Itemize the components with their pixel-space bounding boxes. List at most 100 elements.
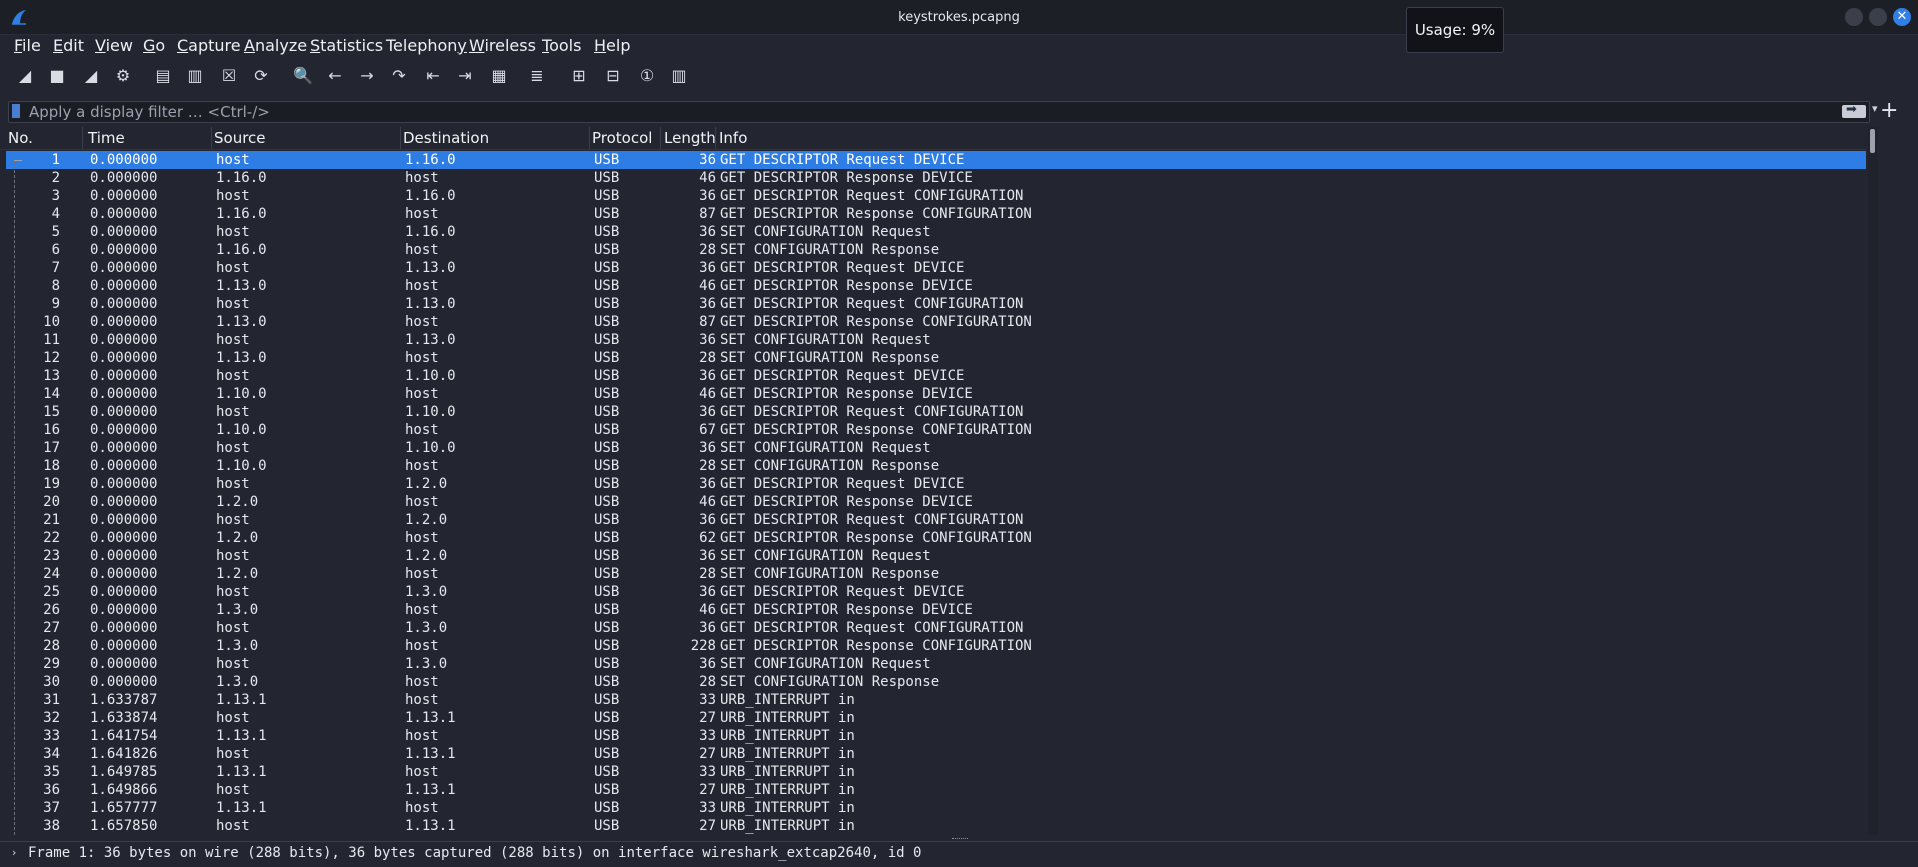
packet-row[interactable]: 12 0.000000 1.13.0 host USB 28 SET CONFIGURATI…: [6, 349, 1866, 367]
column-header-protocol[interactable]: Protocol: [592, 129, 652, 147]
packet-row[interactable]: 21 0.000000 host 1.2.0 USB 36 GET DESCRIPTOR R…: [6, 511, 1866, 529]
save-file-icon[interactable]: ▥: [182, 62, 208, 88]
minimize-button[interactable]: [1845, 8, 1863, 26]
packet-row[interactable]: 22 0.000000 1.2.0 host USB 62 GET DESCRIPTOR R…: [6, 529, 1866, 547]
cell-time: 0.000000: [90, 494, 158, 510]
add-filter-button[interactable]: +: [1880, 98, 1898, 123]
apply-filter-button[interactable]: [1842, 102, 1866, 118]
packet-list-scrollbar[interactable]: [1868, 127, 1878, 835]
reload-file-icon[interactable]: ⟳: [248, 62, 274, 88]
column-header-no[interactable]: No.: [8, 129, 33, 147]
normal-size-icon[interactable]: ①: [634, 62, 660, 88]
menu-telephony[interactable]: Telephony: [386, 36, 467, 55]
packet-row[interactable]: 5 0.000000 host 1.16.0 USB 36 SET CONFIGURATIO…: [6, 223, 1866, 241]
packet-list[interactable]: No. Time Source Destination Protocol Len…: [0, 127, 1866, 835]
stop-capture-icon[interactable]: ■: [44, 62, 70, 88]
packet-row[interactable]: 17 0.000000 host 1.10.0 USB 36 SET CONFIGURATI…: [6, 439, 1866, 457]
packet-row[interactable]: 38 1.657850 host 1.13.1 USB 27 URB_INTERRUPT i…: [6, 817, 1866, 835]
packet-row[interactable]: 2 0.000000 1.16.0 host USB 46 GET DESCRIPTOR R…: [6, 169, 1866, 187]
open-file-icon[interactable]: ▤: [150, 62, 176, 88]
cell-info: GET DESCRIPTOR Response DEVICE: [720, 170, 973, 186]
packet-row[interactable]: 1 0.000000 host 1.16.0 USB 36 GET DESCRIPTOR R…: [6, 151, 1866, 169]
cell-info: GET DESCRIPTOR Request CONFIGURATION: [720, 512, 1024, 528]
cell-info: SET CONFIGURATION Response: [720, 242, 940, 258]
zoom-out-icon[interactable]: ⊟: [600, 62, 626, 88]
cell-destination: host: [405, 800, 439, 816]
packet-row[interactable]: 28 0.000000 1.3.0 host USB 228 GET DESCRIPTOR …: [6, 637, 1866, 655]
column-header-source[interactable]: Source: [214, 129, 266, 147]
packet-row[interactable]: 11 0.000000 host 1.13.0 USB 36 SET CONFIGURATI…: [6, 331, 1866, 349]
packet-row[interactable]: 15 0.000000 host 1.10.0 USB 36 GET DESCRIPTOR …: [6, 403, 1866, 421]
packet-row[interactable]: 6 0.000000 1.16.0 host USB 28 SET CONFIGURATIO…: [6, 241, 1866, 259]
packet-row[interactable]: 7 0.000000 host 1.13.0 USB 36 GET DESCRIPTOR R…: [6, 259, 1866, 277]
packet-row[interactable]: 36 1.649866 host 1.13.1 USB 27 URB_INTERRUPT i…: [6, 781, 1866, 799]
menu-edit[interactable]: Edit: [53, 36, 84, 55]
cell-protocol: USB: [594, 422, 620, 438]
packet-row[interactable]: 30 0.000000 1.3.0 host USB 28 SET CONFIGURATIO…: [6, 673, 1866, 691]
packet-row[interactable]: 8 0.000000 1.13.0 host USB 46 GET DESCRIPTOR R…: [6, 277, 1866, 295]
packet-row[interactable]: 18 0.000000 1.10.0 host USB 28 SET CONFIGURATI…: [6, 457, 1866, 475]
packet-row[interactable]: 29 0.000000 host 1.3.0 USB 36 SET CONFIGURATIO…: [6, 655, 1866, 673]
go-last-packet-icon[interactable]: ⇥: [452, 62, 478, 88]
cell-info: SET CONFIGURATION Response: [720, 458, 940, 474]
filter-history-dropdown-icon[interactable]: ▾: [1872, 102, 1878, 115]
cell-source: 1.3.0: [216, 638, 259, 654]
frame-summary[interactable]: Frame 1: 36 bytes on wire (288 bits), 36…: [28, 845, 921, 861]
column-header-info[interactable]: Info: [719, 129, 747, 147]
close-window-button[interactable]: ✕: [1893, 8, 1911, 26]
menu-statistics[interactable]: Statistics: [310, 36, 383, 55]
packet-row[interactable]: 9 0.000000 host 1.13.0 USB 36 GET DESCRIPTOR R…: [6, 295, 1866, 313]
packet-row[interactable]: 34 1.641826 host 1.13.1 USB 27 URB_INTERRUPT i…: [6, 745, 1866, 763]
packet-row[interactable]: 3 0.000000 host 1.16.0 USB 36 GET DESCRIPTOR R…: [6, 187, 1866, 205]
scrollbar-thumb[interactable]: [1870, 129, 1875, 153]
menu-analyze[interactable]: Analyze: [244, 36, 307, 55]
packet-row[interactable]: 32 1.633874 host 1.13.1 USB 27 URB_INTERRUPT i…: [6, 709, 1866, 727]
go-back-icon[interactable]: ←: [322, 62, 348, 88]
resize-columns-icon[interactable]: ▥: [666, 62, 692, 88]
menu-tools[interactable]: Tools: [542, 36, 581, 55]
menu-view[interactable]: View: [95, 36, 133, 55]
go-first-packet-icon[interactable]: ⇤: [420, 62, 446, 88]
packet-row[interactable]: 20 0.000000 1.2.0 host USB 46 GET DESCRIPTOR R…: [6, 493, 1866, 511]
column-header-destination[interactable]: Destination: [403, 129, 489, 147]
packet-row[interactable]: 23 0.000000 host 1.2.0 USB 36 SET CONFIGURATIO…: [6, 547, 1866, 565]
packet-row[interactable]: 27 0.000000 host 1.3.0 USB 36 GET DESCRIPTOR R…: [6, 619, 1866, 637]
go-to-packet-icon[interactable]: ↷: [386, 62, 412, 88]
filter-bookmark-icon[interactable]: [12, 104, 20, 118]
go-forward-icon[interactable]: →: [354, 62, 380, 88]
cell-time: 1.657850: [90, 818, 158, 834]
colorize-icon[interactable]: ≣: [524, 62, 550, 88]
close-file-icon[interactable]: ☒: [216, 62, 242, 88]
cell-info: SET CONFIGURATION Response: [720, 674, 940, 690]
start-capture-icon[interactable]: ◢: [12, 62, 38, 88]
display-filter-input[interactable]: [29, 102, 1829, 122]
packet-row[interactable]: 37 1.657777 1.13.1 host USB 33 URB_INTERRUPT i…: [6, 799, 1866, 817]
find-packet-icon[interactable]: 🔍: [290, 62, 316, 88]
packet-row[interactable]: 24 0.000000 1.2.0 host USB 28 SET CONFIGURATIO…: [6, 565, 1866, 583]
autoscroll-icon[interactable]: ▦: [486, 62, 512, 88]
column-header-time[interactable]: Time: [88, 129, 125, 147]
column-header-length[interactable]: Length: [664, 129, 716, 147]
packet-row[interactable]: 10 0.000000 1.13.0 host USB 87 GET DESCRIPTOR …: [6, 313, 1866, 331]
zoom-in-icon[interactable]: ⊞: [566, 62, 592, 88]
packet-row[interactable]: 13 0.000000 host 1.10.0 USB 36 GET DESCRIPTOR …: [6, 367, 1866, 385]
restart-capture-icon[interactable]: ◢: [78, 62, 104, 88]
menu-capture[interactable]: Capture: [177, 36, 241, 55]
expand-arrow-icon[interactable]: ›: [12, 846, 16, 859]
menu-help[interactable]: Help: [594, 36, 630, 55]
packet-row[interactable]: 4 0.000000 1.16.0 host USB 87 GET DESCRIPTOR R…: [6, 205, 1866, 223]
packet-row[interactable]: 26 0.000000 1.3.0 host USB 46 GET DESCRIPTOR R…: [6, 601, 1866, 619]
packet-row[interactable]: 14 0.000000 1.10.0 host USB 46 GET DESCRIPTOR …: [6, 385, 1866, 403]
menu-file[interactable]: File: [14, 36, 41, 55]
cell-source: 1.13.0: [216, 278, 267, 294]
packet-row[interactable]: 31 1.633787 1.13.1 host USB 33 URB_INTERRUPT i…: [6, 691, 1866, 709]
packet-row[interactable]: 25 0.000000 host 1.3.0 USB 36 GET DESCRIPTOR R…: [6, 583, 1866, 601]
packet-row[interactable]: 35 1.649785 1.13.1 host USB 33 URB_INTERRUPT i…: [6, 763, 1866, 781]
packet-row[interactable]: 16 0.000000 1.10.0 host USB 67 GET DESCRIPTOR …: [6, 421, 1866, 439]
packet-row[interactable]: 19 0.000000 host 1.2.0 USB 36 GET DESCRIPTOR R…: [6, 475, 1866, 493]
packet-row[interactable]: 33 1.641754 1.13.1 host USB 33 URB_INTERRUPT i…: [6, 727, 1866, 745]
menu-wireless[interactable]: Wireless: [469, 36, 536, 55]
maximize-button[interactable]: [1869, 8, 1887, 26]
capture-options-icon[interactable]: ⚙: [110, 62, 136, 88]
menu-go[interactable]: Go: [143, 36, 165, 55]
